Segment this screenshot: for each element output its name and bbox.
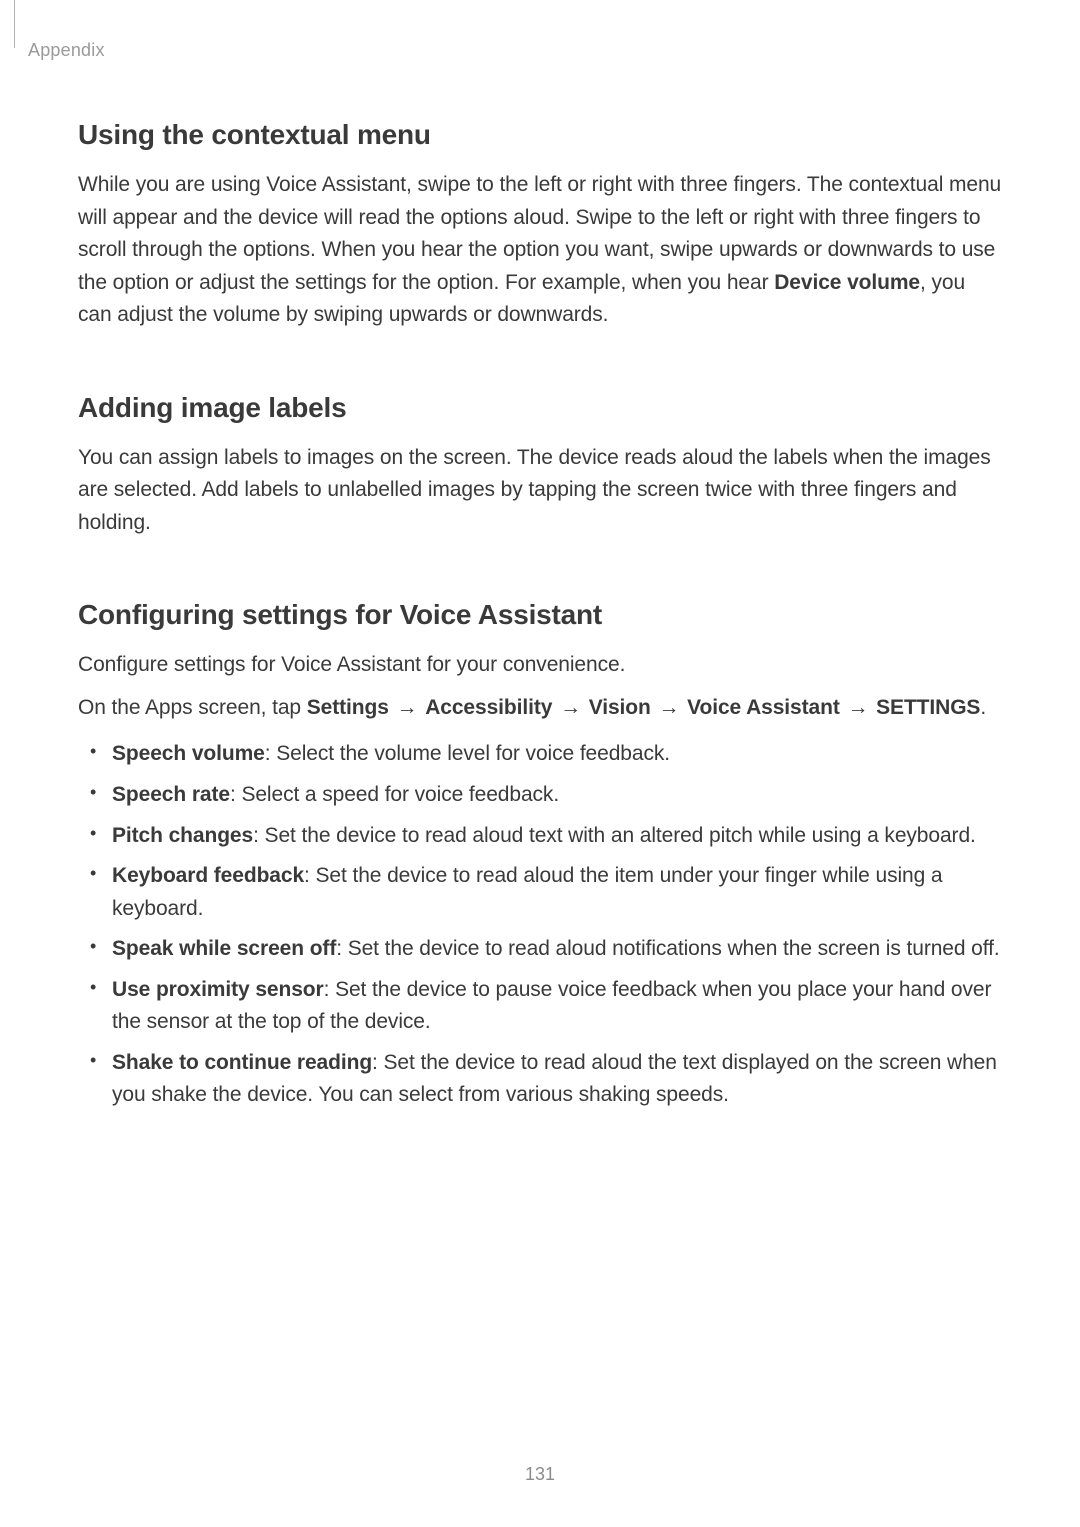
- desc: : Select a speed for voice feedback.: [230, 783, 559, 806]
- bold-device-volume: Device volume: [774, 271, 920, 294]
- term: Use proximity sensor: [112, 978, 324, 1001]
- paragraph-image-labels: You can assign labels to images on the s…: [78, 442, 1002, 540]
- paragraph-configure-intro: Configure settings for Voice Assistant f…: [78, 649, 1002, 682]
- arrow-icon: →: [840, 696, 876, 719]
- settings-list: Speech volume: Select the volume level f…: [78, 738, 1002, 1111]
- text: .: [980, 696, 986, 719]
- term: Speech rate: [112, 783, 230, 806]
- nav-accessibility: Accessibility: [425, 696, 552, 719]
- arrow-icon: →: [389, 696, 425, 719]
- page-number: 131: [0, 1464, 1080, 1485]
- text: On the Apps screen, tap: [78, 696, 307, 719]
- term: Speech volume: [112, 742, 265, 765]
- list-item: Use proximity sensor: Set the device to …: [78, 974, 1002, 1039]
- list-item: Speech volume: Select the volume level f…: [78, 738, 1002, 771]
- term: Speak while screen off: [112, 937, 336, 960]
- arrow-icon: →: [651, 696, 687, 719]
- nav-vision: Vision: [589, 696, 651, 719]
- paragraph-contextual-menu: While you are using Voice Assistant, swi…: [78, 169, 1002, 332]
- nav-settings: Settings: [307, 696, 389, 719]
- heading-image-labels: Adding image labels: [78, 392, 1002, 424]
- nav-voice-assistant: Voice Assistant: [687, 696, 840, 719]
- term: Shake to continue reading: [112, 1051, 372, 1074]
- page: Appendix Using the contextual menu While…: [0, 0, 1080, 1527]
- paragraph-navigation-path: On the Apps screen, tap Settings → Acces…: [78, 692, 1002, 725]
- header-rule: [14, 0, 15, 48]
- heading-configuring: Configuring settings for Voice Assistant: [78, 599, 1002, 631]
- list-item: Speak while screen off: Set the device t…: [78, 933, 1002, 966]
- list-item: Keyboard feedback: Set the device to rea…: [78, 860, 1002, 925]
- desc: : Set the device to read aloud notificat…: [336, 937, 999, 960]
- desc: : Select the volume level for voice feed…: [265, 742, 670, 765]
- heading-contextual-menu: Using the contextual menu: [78, 119, 1002, 151]
- term: Pitch changes: [112, 824, 253, 847]
- section-label: Appendix: [28, 20, 1002, 61]
- list-item: Pitch changes: Set the device to read al…: [78, 820, 1002, 853]
- term: Keyboard feedback: [112, 864, 304, 887]
- list-item: Shake to continue reading: Set the devic…: [78, 1047, 1002, 1112]
- nav-settings-caps: SETTINGS: [876, 696, 980, 719]
- arrow-icon: →: [552, 696, 588, 719]
- list-item: Speech rate: Select a speed for voice fe…: [78, 779, 1002, 812]
- desc: : Set the device to read aloud text with…: [253, 824, 976, 847]
